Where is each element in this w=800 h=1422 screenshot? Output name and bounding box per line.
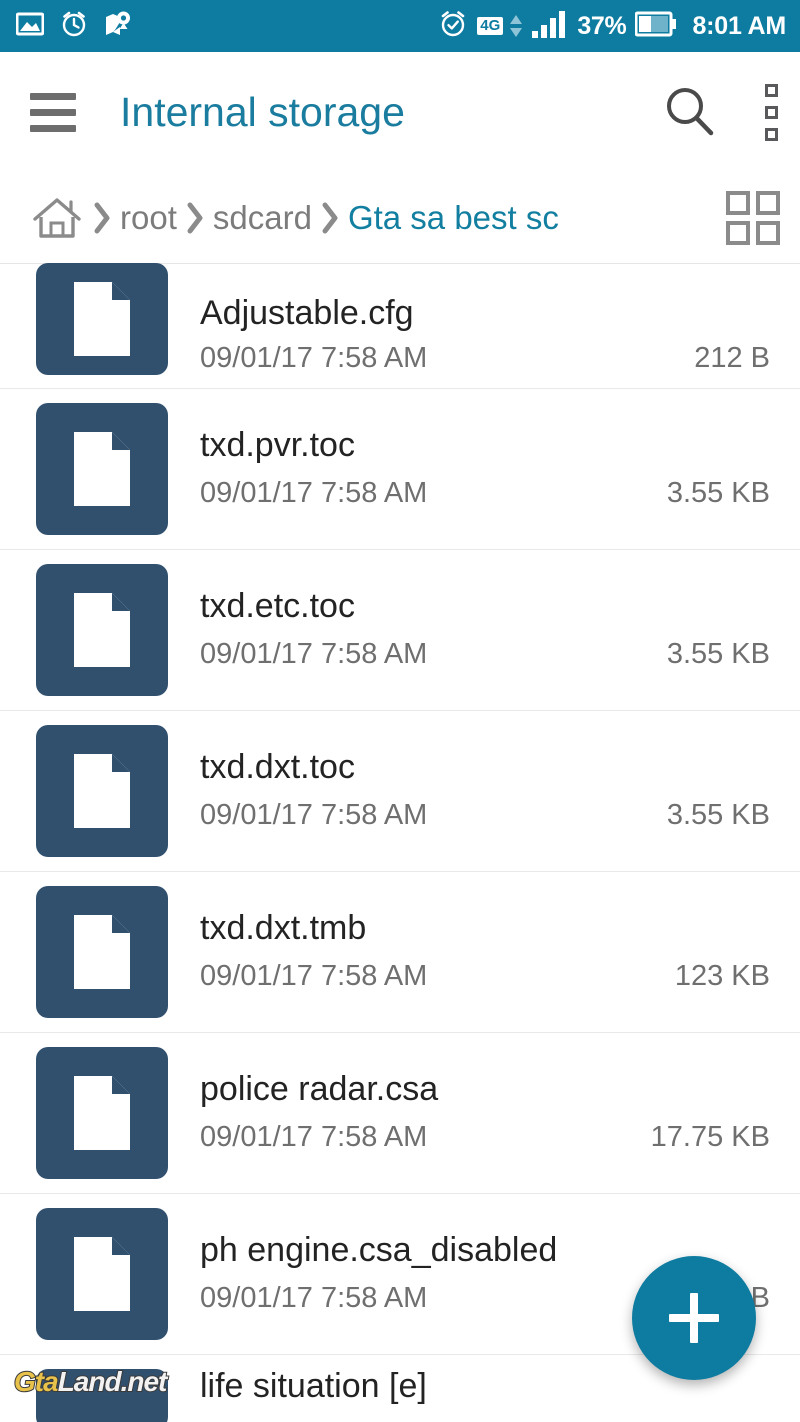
- file-row-body: txd.etc.toc 09/01/17 7:58 AM 3.55 KB: [200, 589, 770, 671]
- file-row-body: txd.pvr.toc 09/01/17 7:58 AM 3.55 KB: [200, 428, 770, 510]
- file-icon: [36, 263, 168, 375]
- file-meta: 09/01/17 7:58 AM 123 KB: [200, 960, 770, 993]
- file-size: 212 B: [694, 342, 770, 374]
- file-date: 09/01/17 7:58 AM: [200, 476, 428, 509]
- breadcrumb: root sdcard Gta sa best sc: [0, 172, 800, 264]
- photo-icon: [15, 12, 45, 41]
- breadcrumb-item-current[interactable]: Gta sa best sc: [348, 199, 559, 237]
- file-row-body: police radar.csa 09/01/17 7:58 AM 17.75 …: [200, 1072, 770, 1154]
- file-size: 3.55 KB: [666, 476, 770, 509]
- app-bar: Internal storage: [0, 52, 800, 172]
- home-icon[interactable]: [30, 193, 84, 243]
- data-arrows-icon: [509, 15, 523, 37]
- file-size: 3.55 KB: [666, 637, 770, 670]
- file-size: 123 KB: [674, 959, 770, 992]
- file-name: police radar.csa: [200, 1072, 439, 1108]
- file-list: Adjustable.cfg 09/01/17 7:58 AM 212 B tx…: [0, 263, 800, 1422]
- plus-icon: [669, 1293, 719, 1343]
- file-icon: [36, 1369, 168, 1422]
- breadcrumb-items: root sdcard Gta sa best sc: [30, 193, 714, 243]
- file-manager-screen: 4G 37% 8:01 AM Internal storage root sdc…: [0, 0, 800, 1422]
- map-location-icon: [104, 10, 132, 43]
- alarm-clock-icon: [60, 10, 88, 43]
- file-date: 09/01/17 7:58 AM: [200, 959, 428, 992]
- file-size: 17.75 KB: [650, 1120, 770, 1153]
- breadcrumb-item-sdcard[interactable]: sdcard: [213, 199, 312, 237]
- signal-bars-icon: [532, 10, 568, 43]
- battery-icon: [634, 11, 677, 42]
- file-date: 09/01/17 7:58 AM: [200, 1281, 428, 1314]
- file-name: txd.dxt.toc: [200, 750, 355, 786]
- file-name: txd.etc.toc: [200, 589, 355, 625]
- status-bar: 4G 37% 8:01 AM: [0, 0, 800, 52]
- file-row-body: Adjustable.cfg 09/01/17 7:58 AM 212 B: [200, 296, 770, 375]
- grid-view-icon[interactable]: [726, 190, 780, 245]
- breadcrumb-chevron-icon: [92, 201, 112, 235]
- file-date: 09/01/17 7:58 AM: [200, 798, 428, 831]
- file-icon: [36, 564, 168, 696]
- breadcrumb-chevron-icon: [185, 201, 205, 235]
- table-row[interactable]: txd.etc.toc 09/01/17 7:58 AM 3.55 KB: [0, 550, 800, 711]
- file-size: 3.55 KB: [666, 798, 770, 831]
- alarm-set-icon: [438, 9, 468, 44]
- file-name: txd.pvr.toc: [200, 428, 355, 464]
- file-icon: [36, 725, 168, 857]
- file-row-body: txd.dxt.toc 09/01/17 7:58 AM 3.55 KB: [200, 750, 770, 832]
- add-button[interactable]: [632, 1256, 756, 1380]
- clock-label: 8:01 AM: [692, 11, 786, 40]
- file-icon: [36, 886, 168, 1018]
- battery-percent-label: 37%: [577, 11, 627, 40]
- table-row[interactable]: txd.pvr.toc 09/01/17 7:58 AM 3.55 KB: [0, 389, 800, 550]
- search-icon[interactable]: [661, 83, 719, 141]
- page-title: Internal storage: [120, 88, 405, 135]
- file-row-body: txd.dxt.tmb 09/01/17 7:58 AM 123 KB: [200, 911, 770, 993]
- table-row[interactable]: police radar.csa 09/01/17 7:58 AM 17.75 …: [0, 1033, 800, 1194]
- breadcrumb-chevron-icon: [320, 201, 340, 235]
- file-icon: [36, 1047, 168, 1179]
- file-meta: 09/01/17 7:58 AM 17.75 KB: [200, 1121, 770, 1154]
- file-meta: 09/01/17 7:58 AM 3.55 KB: [200, 638, 770, 671]
- file-meta: 09/01/17 7:58 AM 3.55 KB: [200, 799, 770, 832]
- file-name: Adjustable.cfg: [200, 296, 414, 332]
- file-date: 09/01/17 7:58 AM: [200, 637, 428, 670]
- app-bar-actions: [661, 83, 778, 141]
- status-bar-right-icons: 4G 37% 8:01 AM: [438, 9, 786, 44]
- overflow-menu-icon[interactable]: [765, 83, 778, 141]
- table-row[interactable]: Adjustable.cfg 09/01/17 7:58 AM 212 B: [0, 263, 800, 389]
- breadcrumb-item-root[interactable]: root: [120, 199, 177, 237]
- file-icon: [36, 1208, 168, 1340]
- file-name: txd.dxt.tmb: [200, 911, 367, 947]
- file-date: 09/01/17 7:58 AM: [200, 1120, 428, 1153]
- table-row[interactable]: txd.dxt.toc 09/01/17 7:58 AM 3.55 KB: [0, 711, 800, 872]
- hamburger-icon[interactable]: [30, 92, 76, 132]
- network-type-badge: 4G: [477, 17, 504, 35]
- file-icon: [36, 403, 168, 535]
- file-meta: 09/01/17 7:58 AM 3.55 KB: [200, 477, 770, 510]
- file-meta: 09/01/17 7:58 AM 212 B: [200, 342, 770, 375]
- file-date: 09/01/17 7:58 AM: [200, 342, 428, 374]
- status-bar-left-icons: [15, 10, 132, 43]
- table-row[interactable]: txd.dxt.tmb 09/01/17 7:58 AM 123 KB: [0, 872, 800, 1033]
